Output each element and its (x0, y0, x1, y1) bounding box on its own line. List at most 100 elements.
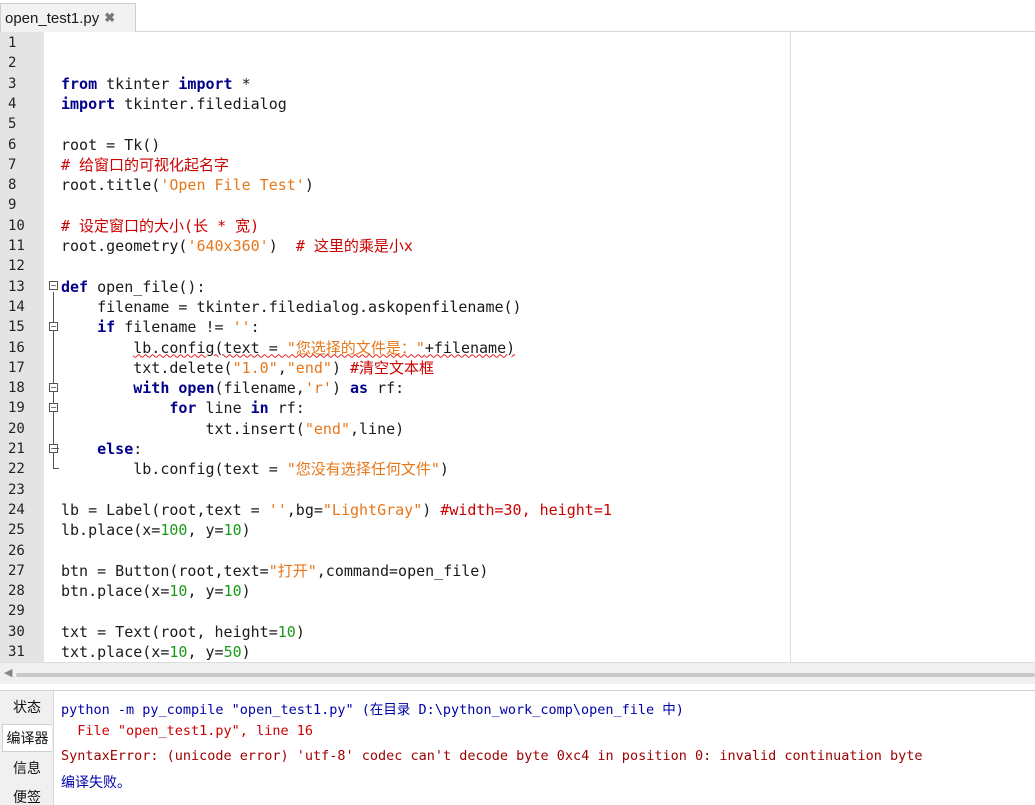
code-line[interactable]: 20 txt.insert("end",line) (0, 419, 1035, 439)
code-text: # 设定窗口的大小(长 * 宽) (61, 216, 259, 236)
horizontal-scrollbar[interactable]: ◀ (0, 662, 1035, 684)
code-line[interactable]: 17 txt.delete("1.0","end") #清空文本框 (0, 358, 1035, 378)
code-line[interactable]: 11 root.geometry('640x360') # 这里的乘是小x (0, 236, 1035, 256)
code-line[interactable]: 3 from tkinter import * (0, 74, 1035, 94)
code-token: +filename) (424, 338, 516, 357)
tab-notes[interactable]: 便签 (2, 784, 52, 805)
code-editor[interactable]: − − − − − 123from tkinter import *4impor… (0, 32, 1035, 662)
line-number: 8 (8, 177, 17, 194)
scrollbar-thumb[interactable] (16, 673, 1035, 677)
code-token: root.title( (61, 176, 161, 195)
line-number: 13 (8, 278, 25, 295)
code-line[interactable]: 28 btn.place(x=10, y=10) (0, 581, 1035, 601)
code-line[interactable]: 27 btn = Button(root,text="打开",command=op… (0, 561, 1035, 581)
code-text: for line in rf: (61, 398, 304, 418)
code-token: filename != (115, 318, 233, 337)
code-line[interactable]: 4 import tkinter.filedialog (0, 94, 1035, 114)
code-token: 'Open File Test' (160, 176, 305, 195)
code-token: txt.place(x= (61, 643, 170, 661)
code-line[interactable]: 19 for line in rf: (0, 398, 1035, 418)
line-number: 7 (8, 156, 17, 173)
code-token: lb.config(text = (61, 460, 287, 479)
scroll-left-icon[interactable]: ◀ (4, 666, 12, 679)
code-line[interactable]: 12 (0, 256, 1035, 276)
code-token: 10 (169, 643, 188, 661)
code-line[interactable]: 25 lb.place(x=100, y=10) (0, 520, 1035, 540)
code-line[interactable]: 24 lb = Label(root,text = '',bg="LightGra… (0, 500, 1035, 520)
code-token: # 这里的乘是小x (295, 237, 413, 255)
code-line[interactable]: 2 (0, 53, 1035, 73)
line-number: 26 (8, 542, 25, 559)
code-token: # 设定窗口的大小(长 * 宽) (61, 216, 260, 235)
line-number: 25 (8, 522, 25, 539)
code-token: : (133, 440, 143, 458)
code-line[interactable]: 21 else: (0, 439, 1035, 459)
code-line[interactable]: 5 (0, 114, 1035, 134)
line-number: 5 (8, 116, 17, 133)
code-token: import (178, 74, 233, 93)
code-line[interactable]: 13 def open_file(): (0, 277, 1035, 297)
code-line[interactable]: 14 filename = tkinter.filedialog.askopen… (0, 297, 1035, 317)
code-line[interactable]: 15 if filename != '': (0, 317, 1035, 337)
tab-compiler[interactable]: 编译器 (2, 724, 52, 752)
code-text: from tkinter import * (61, 74, 251, 94)
code-line[interactable]: 6 root = Tk() (0, 135, 1035, 155)
file-tab[interactable]: open_test1.py ✖ (0, 3, 136, 32)
code-token: if (97, 318, 116, 337)
code-token: "LightGray" (322, 500, 423, 519)
code-line[interactable]: 31 txt.place(x=10, y=50) (0, 642, 1035, 662)
line-number: 24 (8, 501, 25, 518)
code-text: def open_file(): (61, 277, 206, 297)
code-line[interactable]: 18 with open(filename,'r') as rf: (0, 378, 1035, 398)
code-token: as (350, 379, 369, 398)
code-line[interactable]: 29 (0, 601, 1035, 621)
code-token: "您选择的文件是：" (286, 338, 425, 357)
code-text: with open(filename,'r') as rf: (61, 378, 404, 398)
code-token: ) (295, 622, 305, 641)
code-text: lb = Label(root,text = '',bg="LightGray"… (61, 500, 612, 520)
code-line[interactable]: 8 root.title('Open File Test') (0, 175, 1035, 195)
code-token: '640x360' (187, 237, 269, 255)
line-number: 11 (8, 238, 25, 254)
code-line[interactable]: 9 (0, 195, 1035, 215)
code-token: import (61, 94, 116, 113)
line-number: 20 (8, 420, 25, 437)
code-token: for (169, 399, 197, 418)
code-line[interactable]: 1 (0, 33, 1035, 53)
code-token: 'r' (304, 379, 332, 398)
code-line[interactable]: 10 # 设定窗口的大小(长 * 宽) (0, 216, 1035, 236)
code-token: '' (268, 500, 287, 519)
line-number: 2 (8, 55, 17, 72)
code-line[interactable]: 22 lb.config(text = "您没有选择任何文件") (0, 459, 1035, 479)
line-number: 1 (8, 35, 17, 51)
code-line[interactable]: 26 (0, 541, 1035, 561)
tab-status[interactable]: 状态 (2, 694, 52, 722)
code-line[interactable]: 30 txt = Text(root, height=10) (0, 622, 1035, 642)
code-text: root.geometry('640x360') # 这里的乘是小x (61, 236, 413, 256)
code-token: line (196, 399, 251, 418)
tab-messages[interactable]: 信息 (2, 755, 52, 783)
close-tab-icon[interactable]: ✖ (104, 10, 115, 26)
code-text: filename = tkinter.filedialog.askopenfil… (61, 297, 521, 317)
code-token: ) (439, 460, 449, 479)
code-token: 100 (160, 521, 188, 540)
code-text: root.title('Open File Test') (61, 175, 314, 195)
code-line[interactable]: 7 # 给窗口的可视化起名字 (0, 155, 1035, 175)
code-token: ) (241, 521, 251, 540)
line-number: 27 (8, 562, 25, 579)
line-number: 15 (8, 319, 25, 336)
code-token: open_file(): (88, 277, 206, 296)
panel-tabs: 状态 编译器 信息 便签 (0, 691, 54, 805)
code-line[interactable]: 16 lb.config(text = "您选择的文件是："+filename) (0, 338, 1035, 358)
code-token: tkinter (97, 74, 179, 93)
line-number: 3 (8, 75, 17, 92)
code-token: txt.delete( (61, 358, 233, 377)
line-number: 31 (8, 644, 25, 660)
code-line[interactable]: 23 (0, 480, 1035, 500)
code-token: ) (422, 500, 441, 519)
code-token: txt.insert( (61, 419, 305, 438)
